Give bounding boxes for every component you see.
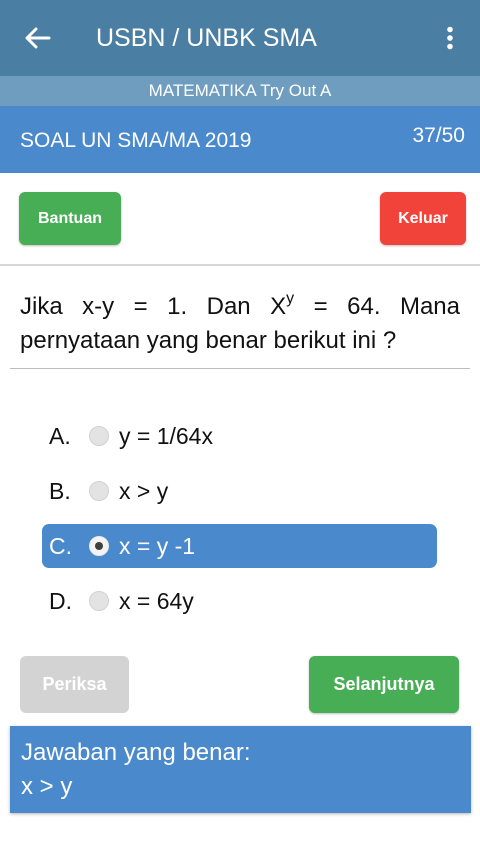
check-button[interactable]: Periksa (20, 656, 129, 713)
option-text: y = 1/64x (119, 423, 213, 449)
radio-button-selected[interactable] (89, 536, 109, 556)
radio-button[interactable] (89, 591, 109, 611)
question-superscript: y (286, 290, 295, 307)
option-c[interactable]: C. x = y -1 (42, 524, 437, 568)
option-b[interactable]: B. x > y (42, 469, 437, 513)
arrow-left-icon[interactable] (22, 22, 54, 54)
radio-button[interactable] (89, 481, 109, 501)
option-text: x > y (119, 478, 169, 504)
option-text: x = 64y (119, 588, 194, 614)
exit-button[interactable]: Keluar (380, 192, 466, 245)
app-bar: USBN / UNBK SMA (0, 0, 480, 76)
correct-answer-value: x > y (21, 773, 73, 800)
divider (0, 264, 480, 266)
next-button[interactable]: Selanjutnya (309, 656, 459, 713)
correct-answer-box: Jawaban yang benar: x > y (10, 726, 471, 813)
app-title: USBN / UNBK SMA (96, 24, 317, 52)
exam-info-bar: SOAL UN SMA/MA 2019 37/50 (0, 106, 480, 173)
radio-button[interactable] (89, 426, 109, 446)
help-button[interactable]: Bantuan (19, 192, 121, 245)
option-text: x = y -1 (119, 533, 196, 559)
option-letter: C. (49, 533, 72, 559)
exam-label: SOAL UN SMA/MA 2019 (20, 129, 252, 152)
option-a[interactable]: A. y = 1/64x (42, 414, 437, 458)
subject-subtitle: MATEMATIKA Try Out A (0, 76, 480, 106)
question-text: Jika x-y = 1. Dan Xy = 64. Mana pernyata… (20, 290, 460, 358)
option-letter: D. (49, 588, 72, 614)
question-underline (10, 368, 470, 369)
question-part-1: Jika x-y = 1. Dan X (20, 293, 287, 320)
option-letter: B. (49, 478, 71, 504)
option-d[interactable]: D. x = 64y (42, 579, 437, 623)
option-letter: A. (49, 423, 71, 449)
correct-answer-title: Jawaban yang benar: (21, 739, 251, 766)
more-vertical-icon[interactable] (436, 22, 464, 54)
question-counter: 37/50 (412, 124, 465, 147)
